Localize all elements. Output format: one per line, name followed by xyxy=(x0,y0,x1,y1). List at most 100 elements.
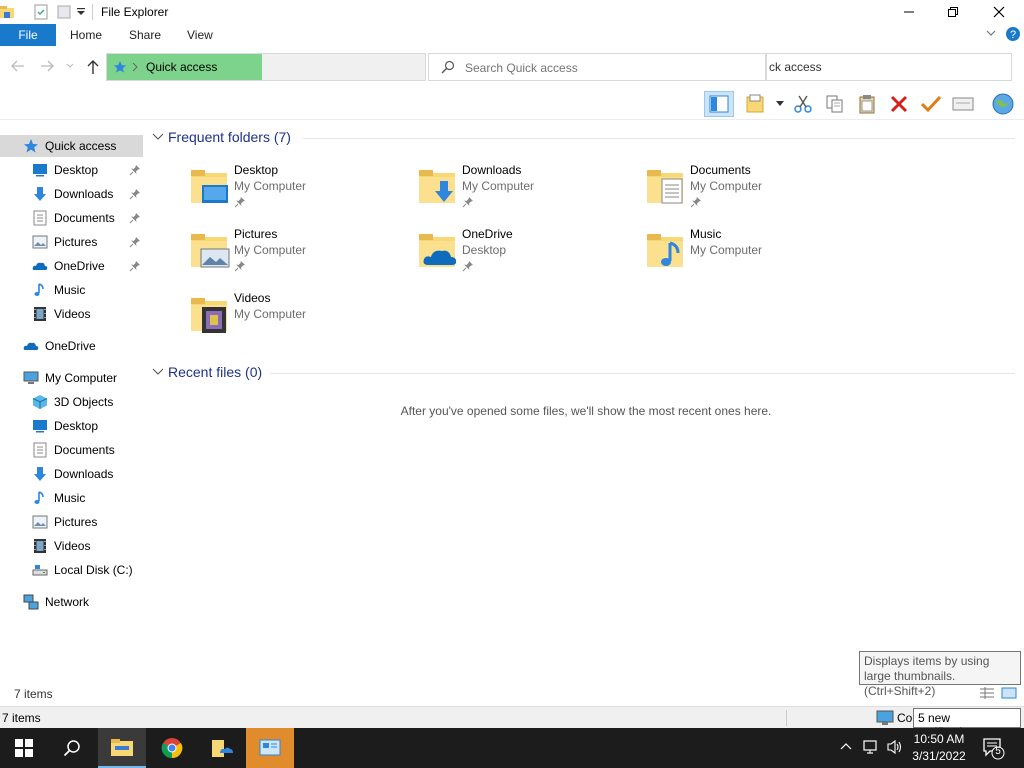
sidebar-item-downloads[interactable]: Downloads xyxy=(0,463,143,485)
music-note-icon xyxy=(32,490,48,506)
paste-button[interactable] xyxy=(852,91,882,117)
sidebar-item-onedrive[interactable]: OneDrive xyxy=(0,335,143,357)
properties-dropdown-icon[interactable] xyxy=(776,101,784,107)
folder-location: Desktop xyxy=(462,243,507,257)
delete-button[interactable] xyxy=(884,91,914,117)
folder-cloud-icon xyxy=(212,740,233,757)
sidebar-item-documents[interactable]: Documents xyxy=(0,439,143,461)
sidebar-item-my-computer[interactable]: My Computer xyxy=(0,367,143,389)
pin-icon xyxy=(129,188,141,200)
sidebar-item-documents[interactable]: Documents xyxy=(0,207,143,229)
volume-tray-icon[interactable] xyxy=(886,739,904,755)
expand-ribbon-icon[interactable] xyxy=(986,29,996,37)
search-box[interactable] xyxy=(428,53,766,81)
sidebar-item-label: 3D Objects xyxy=(54,395,114,409)
envelope-icon xyxy=(952,97,974,111)
minimize-button[interactable] xyxy=(886,0,932,24)
pin-icon xyxy=(462,260,474,272)
taskbar-file-explorer[interactable] xyxy=(98,728,146,768)
explorer-app-icon[interactable] xyxy=(0,4,16,20)
new-folder-quick-icon[interactable] xyxy=(56,4,72,20)
action-center-button[interactable]: 5 xyxy=(982,736,1006,760)
frequent-folders-header[interactable]: Frequent folders (7) xyxy=(152,129,291,145)
share-button[interactable] xyxy=(948,91,978,117)
breadcrumb-chevron-icon[interactable] xyxy=(132,62,138,72)
sidebar-item-label: Local Disk (C:) xyxy=(54,563,133,577)
sidebar-item-label: Network xyxy=(45,595,90,609)
sidebar-item-desktop[interactable]: Desktop xyxy=(0,159,143,181)
taskbar-control-panel[interactable] xyxy=(246,728,294,768)
show-hidden-icons[interactable] xyxy=(840,742,852,750)
start-button[interactable] xyxy=(0,728,48,768)
sidebar-item-pictures[interactable]: Pictures xyxy=(0,231,143,253)
rename-button[interactable] xyxy=(916,91,946,117)
customize-quick-access-icon[interactable] xyxy=(76,6,86,18)
search-box-overlay[interactable]: ck access xyxy=(766,53,1012,81)
copy-button[interactable] xyxy=(820,91,850,117)
folder-location: My Computer xyxy=(462,179,535,193)
sidebar-item-videos[interactable]: Videos xyxy=(0,303,143,325)
close-button[interactable] xyxy=(976,0,1022,24)
sidebar-item-onedrive[interactable]: OneDrive xyxy=(0,255,143,277)
recent-locations-icon[interactable] xyxy=(66,63,74,69)
folder-tile-downloads[interactable]: Downloads My Computer xyxy=(416,163,636,219)
help-icon[interactable]: ? xyxy=(1005,26,1021,42)
computer-status-icon xyxy=(876,710,894,726)
sidebar-item-videos[interactable]: Videos xyxy=(0,535,143,557)
title-bar: File Explorer xyxy=(0,0,1024,24)
properties-button[interactable] xyxy=(740,91,770,117)
download-arrow-icon xyxy=(32,186,48,202)
sidebar-item-desktop[interactable]: Desktop xyxy=(0,415,143,437)
picture-icon xyxy=(32,234,48,250)
recent-files-header[interactable]: Recent files (0) xyxy=(152,364,262,380)
sidebar-item-network[interactable]: Network xyxy=(0,591,143,613)
restore-button[interactable] xyxy=(930,0,976,24)
tab-view[interactable]: View xyxy=(187,28,213,42)
sidebar-item-downloads[interactable]: Downloads xyxy=(0,183,143,205)
folder-tile-music[interactable]: Music My Computer xyxy=(644,227,864,283)
document-icon xyxy=(32,210,48,226)
taskbar-chrome[interactable] xyxy=(148,728,196,768)
sidebar-item-local-disk-c[interactable]: Local Disk (C:) xyxy=(0,559,143,581)
sidebar-item-pictures[interactable]: Pictures xyxy=(0,511,143,533)
breadcrumb-location[interactable]: Quick access xyxy=(146,60,217,74)
folder-tile-pictures[interactable]: Pictures My Computer xyxy=(188,227,408,283)
properties-quick-icon[interactable] xyxy=(33,4,49,20)
frequent-folders-title: Frequent folders (7) xyxy=(168,129,291,145)
network-tray-icon[interactable] xyxy=(862,739,880,755)
globe-button[interactable] xyxy=(988,91,1018,117)
sidebar-item-music[interactable]: Music xyxy=(0,279,143,301)
address-bar[interactable]: Quick access xyxy=(106,53,426,81)
view-tooltip: Displays items by using large thumbnails… xyxy=(859,651,1021,698)
folder-tile-videos[interactable]: Videos My Computer xyxy=(188,291,408,347)
folder-tile-desktop[interactable]: Desktop My Computer xyxy=(188,163,408,219)
copy-icon xyxy=(826,95,843,113)
sidebar-item-label: Desktop xyxy=(54,163,99,177)
sidebar-item-quick-access[interactable]: Quick access xyxy=(0,135,143,157)
tab-home[interactable]: Home xyxy=(70,28,102,42)
sidebar-item-label: Quick access xyxy=(45,139,117,153)
sidebar-item-music[interactable]: Music xyxy=(0,487,143,509)
navigation-pane-button[interactable] xyxy=(704,91,734,117)
back-arrow-icon[interactable] xyxy=(11,60,25,72)
tab-share[interactable]: Share xyxy=(129,28,161,42)
search-input[interactable] xyxy=(465,59,755,77)
up-arrow-icon[interactable] xyxy=(86,59,100,75)
tab-file[interactable]: File xyxy=(0,24,56,46)
details-view-icon[interactable] xyxy=(979,686,995,700)
tray-clock[interactable]: 10:50 AM 3/31/2022 xyxy=(906,731,972,765)
desktop-icon xyxy=(32,418,48,434)
star-icon xyxy=(23,138,39,154)
cut-button[interactable] xyxy=(788,91,818,117)
taskbar-search-button[interactable] xyxy=(48,728,96,768)
pin-icon xyxy=(234,260,246,272)
forward-arrow-icon[interactable] xyxy=(40,60,54,72)
sidebar-item-3d-objects[interactable]: 3D Objects xyxy=(0,391,143,413)
folder-tile-onedrive[interactable]: OneDrive Desktop xyxy=(416,227,636,283)
pin-icon xyxy=(234,196,246,208)
large-icons-view-icon[interactable] xyxy=(1001,686,1017,700)
taskbar-onedrive-folder[interactable] xyxy=(198,728,246,768)
chevron-down-icon xyxy=(152,133,164,140)
sidebar-item-label: Pictures xyxy=(54,515,98,529)
folder-tile-documents[interactable]: Documents My Computer xyxy=(644,163,864,219)
